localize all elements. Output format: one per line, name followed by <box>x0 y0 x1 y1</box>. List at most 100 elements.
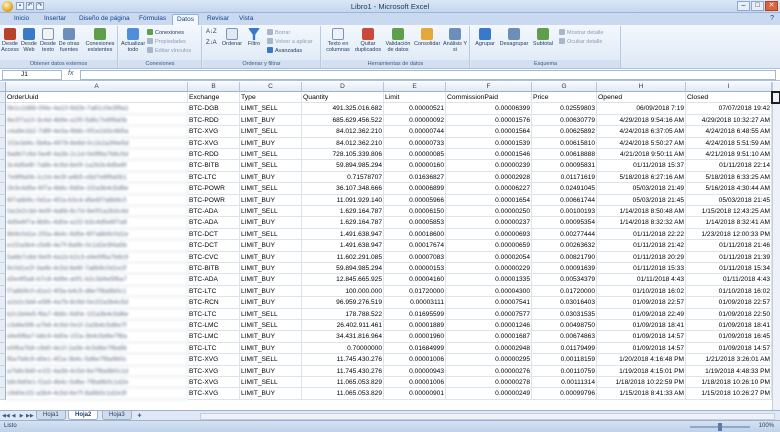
table-cell[interactable]: 1.629.164.787 <box>302 206 384 218</box>
from-text-button[interactable]: Desde texto <box>38 28 58 53</box>
table-cell[interactable]: 0.00007541 <box>446 297 532 309</box>
table-cell[interactable]: 0.00001546 <box>446 149 532 161</box>
table-cell[interactable]: 0.01720000 <box>384 285 446 298</box>
table-cell[interactable]: 4/24/2018 6:48:55 AM <box>686 126 772 138</box>
table-cell[interactable]: 3c4d5e6f-7a8b-4c9d-8e0f-1a2b3c4d5e6f <box>6 160 188 172</box>
table-cell[interactable]: 01/11/2018 22:22 <box>597 228 686 241</box>
name-box[interactable]: J1 <box>2 70 62 80</box>
table-cell[interactable]: 0.03016403 <box>532 297 597 309</box>
tab-diseno-de-pagina[interactable]: Diseño de página <box>75 14 134 25</box>
table-cell[interactable]: 0.00000085 <box>384 149 446 161</box>
table-cell[interactable]: 1/19/2018 4:48:33 PM <box>686 365 772 377</box>
table-cell[interactable]: 1f2e3d4c-5b6a-4978-8e9d-0c1b2a3f4e5d <box>6 137 188 149</box>
table-cell[interactable]: LIMIT_SELL <box>240 149 302 161</box>
table-cell[interactable]: BTC-DCT <box>188 240 240 252</box>
table-cell[interactable]: 0.00000733 <box>384 137 446 149</box>
table-cell[interactable]: 84.012.362.210 <box>302 126 384 138</box>
table-cell[interactable]: 0.00000521 <box>384 103 446 115</box>
column-header-i[interactable]: I <box>686 82 772 92</box>
column-header-a[interactable]: A <box>6 82 188 92</box>
table-cell[interactable]: LIMIT_BUY <box>240 240 302 252</box>
table-cell[interactable]: BTC-XVG <box>188 126 240 138</box>
from-access-button[interactable]: Desde Access <box>0 28 20 53</box>
table-cell[interactable]: 01/09/2018 22:57 <box>686 297 772 309</box>
table-cell[interactable]: 0.00099796 <box>532 388 597 400</box>
table-cell[interactable]: LIMIT_SELL <box>240 354 302 366</box>
table-cell[interactable]: 1/19/2018 4:15:01 PM <box>597 365 686 377</box>
table-cell[interactable]: 1/20/2018 4:16:48 PM <box>597 354 686 366</box>
table-cell[interactable]: 4/24/2018 5:51:59 AM <box>686 137 772 149</box>
table-cell[interactable]: f6a7b8c9-d0e1-4f2a-3b4c-5d6e7f8a9b0c <box>6 354 188 366</box>
table-cell[interactable]: BTC-XVG <box>188 137 240 149</box>
table-cell[interactable]: 0.00000249 <box>446 388 532 400</box>
table-cell[interactable]: 1/15/2018 8:41:33 AM <box>597 388 686 400</box>
table-cell[interactable]: 59.894.985.294 <box>302 263 384 275</box>
table-cell[interactable]: 0.00821790 <box>532 251 597 263</box>
table-cell[interactable]: 01/09/2018 14:57 <box>597 331 686 343</box>
table-cell[interactable]: LIMIT_BUY <box>240 251 302 263</box>
table-cell[interactable]: 0.00018600 <box>384 228 446 241</box>
column-header-g[interactable]: G <box>532 82 597 92</box>
table-cell[interactable]: 4/21/2018 9:51:10 AM <box>686 149 772 161</box>
consolidate-button[interactable]: Consolidar <box>414 28 440 47</box>
table-cell[interactable]: 01/09/2018 18:41 <box>686 320 772 332</box>
table-cell[interactable]: LIMIT_BUY <box>240 137 302 149</box>
table-cell[interactable]: 01/09/2018 18:41 <box>597 320 686 332</box>
table-cell[interactable]: 0.00006227 <box>446 183 532 195</box>
table-cell[interactable]: 0.00000943 <box>384 365 446 377</box>
table-cell[interactable]: 0.00001335 <box>446 274 532 286</box>
table-cell[interactable]: 0.00118159 <box>532 354 597 366</box>
table-cell[interactable]: 01/11/2018 4:43 <box>686 274 772 286</box>
table-cell[interactable]: 0.01636827 <box>384 171 446 184</box>
table-cell[interactable]: BTC-CVC <box>188 251 240 263</box>
from-web-button[interactable]: Desde Web <box>20 28 38 53</box>
table-cell[interactable]: 1/14/2018 8:50:48 AM <box>597 206 686 218</box>
table-cell[interactable]: 11.091.929.140 <box>302 194 384 206</box>
column-header-e[interactable]: E <box>384 82 446 92</box>
fx-icon[interactable]: fx <box>68 70 73 77</box>
table-cell[interactable]: c9d0e1f2-a3b4-4c5d-6e7f-8a9b0c1d2e3f <box>6 388 188 400</box>
table-cell[interactable]: 84.012.362.210 <box>302 137 384 149</box>
table-cell[interactable]: 59.894.985.294 <box>302 160 384 172</box>
sheet-tab-hoja2[interactable]: Hoja2 <box>68 411 99 420</box>
tab-insertar[interactable]: Insertar <box>40 14 70 25</box>
table-cell[interactable]: 01/09/2018 14:57 <box>686 342 772 355</box>
table-cell[interactable]: LIMIT_BUY <box>240 263 302 275</box>
table-cell[interactable]: d3e4f5a6-b7c8-4d9e-a0f1-b2c3d4e5f6a7 <box>6 274 188 286</box>
what-if-button[interactable]: Análisis Y si <box>442 28 468 53</box>
table-cell[interactable]: 11.065.053.829 <box>302 377 384 389</box>
table-cell[interactable]: 4/21/2018 9:50:11 AM <box>597 149 686 161</box>
tab-datos[interactable]: Datos <box>172 14 199 25</box>
sort-za-icon[interactable]: Z↓A <box>206 40 217 47</box>
table-cell[interactable]: 0.00001960 <box>384 331 446 343</box>
table-cell[interactable]: 1/14/2018 8:32:41 AM <box>686 217 772 229</box>
table-cell[interactable]: 1.629.164.787 <box>302 217 384 229</box>
table-cell[interactable]: 0.00091639 <box>532 263 597 275</box>
table-cell[interactable]: 0.00006899 <box>384 183 446 195</box>
filter-button[interactable]: Filtro <box>245 28 263 47</box>
table-cell[interactable]: 0.00110759 <box>532 365 597 377</box>
table-cell[interactable]: BTC-POWR <box>188 194 240 206</box>
table-cell[interactable]: 0.00000901 <box>384 388 446 400</box>
column-header-b[interactable]: B <box>188 82 240 92</box>
header-cell[interactable]: Limit <box>384 92 446 104</box>
column-header-f[interactable]: F <box>446 82 532 92</box>
table-cell[interactable]: 0.00000278 <box>446 377 532 389</box>
table-cell[interactable]: 0.00000659 <box>446 240 532 252</box>
first-sheet-icon[interactable]: ◀◀ <box>2 412 10 420</box>
table-cell[interactable]: BTC-BITB <box>188 263 240 275</box>
column-header-c[interactable]: C <box>240 82 302 92</box>
table-cell[interactable]: 728.105.339.806 <box>302 149 384 161</box>
table-cell[interactable]: 0.01695599 <box>384 308 446 320</box>
table-cell[interactable]: 05/03/2018 21:45 <box>597 194 686 206</box>
table-cell[interactable]: 01/11/2018 22:14 <box>686 160 772 172</box>
header-cell[interactable]: Price <box>532 92 597 104</box>
table-cell[interactable]: 96.959.276.519 <box>302 297 384 309</box>
table-cell[interactable]: 8e2f7a10-3c4d-4b9e-a1f0-5d6c7e8f9a0b <box>6 114 188 127</box>
table-cell[interactable]: 01/11/2018 21:39 <box>686 251 772 263</box>
table-cell[interactable]: 491.325.016.682 <box>302 103 384 115</box>
table-cell[interactable]: 01/09/2018 22:49 <box>597 308 686 320</box>
table-cell[interactable]: 4d5e6f7a-8b9c-4d0e-a1f2-b3c4d5e6f7a8 <box>6 217 188 229</box>
last-sheet-icon[interactable]: ▶▶ <box>26 412 34 420</box>
table-cell[interactable]: 0.00006399 <box>446 103 532 115</box>
